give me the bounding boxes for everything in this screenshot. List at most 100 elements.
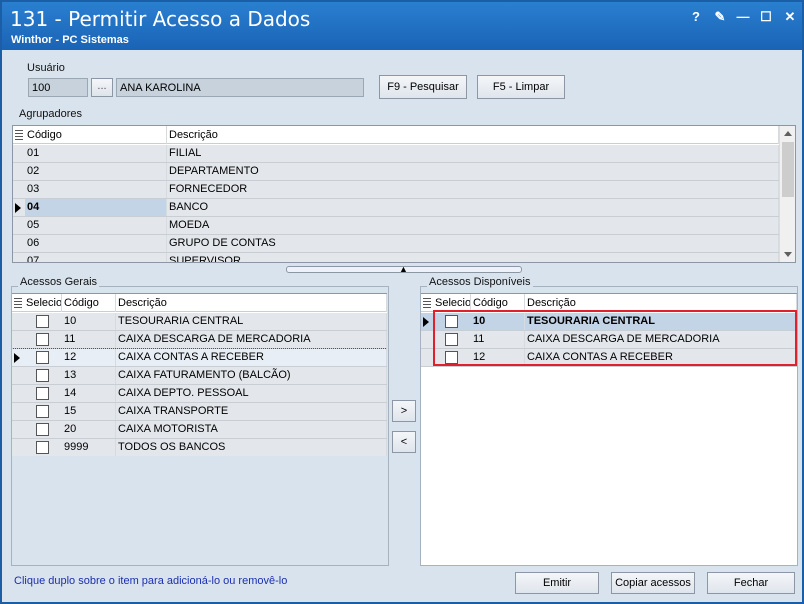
select-checkbox[interactable]: [36, 405, 49, 418]
table-row[interactable]: 9999 TODOS OS BANCOS: [12, 439, 387, 456]
row-code: 14: [62, 385, 116, 402]
row-code: 11: [62, 331, 116, 348]
window-title: 131 - Permitir Acesso a Dados: [10, 7, 311, 31]
main-window: 131 - Permitir Acesso a Dados Winthor - …: [0, 0, 804, 604]
agrupadores-header: Código Descrição: [13, 126, 795, 144]
row-desc: CAIXA MOTORISTA: [116, 421, 387, 438]
row-code: 01: [25, 145, 167, 162]
row-desc: CAIXA DESCARGA DE MERCADORIA: [116, 331, 387, 348]
user-lookup-button[interactable]: ...: [91, 78, 113, 97]
table-row-selected[interactable]: 12 CAIXA CONTAS A RECEBER: [12, 348, 387, 368]
row-code: 02: [25, 163, 167, 180]
table-row[interactable]: 11 CAIXA DESCARGA DE MERCADORIA: [12, 331, 387, 349]
row-desc: GRUPO DE CONTAS: [167, 235, 779, 252]
chevron-up-icon[interactable]: ▲: [399, 264, 408, 274]
row-desc: TODOS OS BANCOS: [116, 439, 387, 456]
user-name-field[interactable]: ANA KAROLINA: [116, 78, 364, 97]
close-icon[interactable]: ✕: [780, 8, 800, 26]
table-row[interactable]: 14 CAIXA DEPTO. PESSOAL: [12, 385, 387, 403]
title-bar[interactable]: 131 - Permitir Acesso a Dados Winthor - …: [2, 2, 802, 50]
content-area: Usuário 100 ... ANA KAROLINA F9 - Pesqui…: [2, 50, 802, 602]
row-code: 05: [25, 217, 167, 234]
row-desc: CAIXA CONTAS A RECEBER: [116, 349, 387, 366]
acessos-disponiveis-label: Acessos Disponíveis: [427, 276, 533, 288]
row-code: 13: [62, 367, 116, 384]
table-row[interactable]: 07 SUPERVISOR: [13, 253, 779, 262]
row-desc: DEPARTAMENTO: [167, 163, 779, 180]
agrupadores-grid: Código Descrição 01 FILIAL 02 DEPARTAMEN…: [12, 125, 796, 263]
highlight-box: [433, 310, 797, 366]
user-code-field[interactable]: 100: [28, 78, 88, 97]
remove-access-button[interactable]: <: [392, 431, 416, 453]
emitir-button[interactable]: Emitir: [515, 572, 599, 594]
grid-menu-icon[interactable]: [15, 130, 23, 140]
select-checkbox[interactable]: [36, 315, 49, 328]
agrupadores-label: Agrupadores: [19, 108, 82, 120]
row-desc: CAIXA DEPTO. PESSOAL: [116, 385, 387, 402]
acessos-gerais-header: Selecio Código Descrição: [12, 294, 387, 312]
table-row[interactable]: 02 DEPARTAMENTO: [13, 163, 779, 181]
current-row-arrow-icon: [14, 353, 20, 363]
minimize-icon[interactable]: —: [733, 8, 753, 26]
row-code: 15: [62, 403, 116, 420]
row-code: 03: [25, 181, 167, 198]
scroll-thumb[interactable]: [782, 142, 794, 197]
select-checkbox[interactable]: [36, 333, 49, 346]
table-row[interactable]: 06 GRUPO DE CONTAS: [13, 235, 779, 253]
row-desc: FILIAL: [167, 145, 779, 162]
table-row-selected[interactable]: 04 BANCO: [13, 199, 779, 217]
window-subtitle: Winthor - PC Sistemas: [11, 34, 129, 46]
select-checkbox[interactable]: [36, 387, 49, 400]
fechar-button[interactable]: Fechar: [707, 572, 795, 594]
usuario-label: Usuário: [27, 62, 65, 74]
table-row[interactable]: 13 CAIXA FATURAMENTO (BALCÃO): [12, 367, 387, 385]
row-desc: MOEDA: [167, 217, 779, 234]
row-code: 06: [25, 235, 167, 252]
table-row[interactable]: 15 CAIXA TRANSPORTE: [12, 403, 387, 421]
scroll-down-icon[interactable]: [784, 252, 792, 257]
table-row[interactable]: 01 FILIAL: [13, 145, 779, 163]
table-row[interactable]: 10 TESOURARIA CENTRAL: [12, 313, 387, 331]
select-checkbox[interactable]: [36, 369, 49, 382]
panel-splitter[interactable]: ▲: [286, 264, 522, 274]
row-code: 12: [62, 349, 116, 366]
maximize-icon[interactable]: ☐: [756, 8, 776, 26]
col-codigo[interactable]: Código: [25, 126, 167, 144]
search-button[interactable]: F9 - Pesquisar: [379, 75, 467, 99]
grid-menu-icon[interactable]: [423, 298, 431, 308]
hint-text: Clique duplo sobre o item para adicioná-…: [14, 575, 288, 587]
scroll-up-icon[interactable]: [784, 131, 792, 136]
current-row-arrow-icon: [15, 203, 21, 213]
row-desc: TESOURARIA CENTRAL: [116, 313, 387, 330]
agrupadores-scrollbar[interactable]: [779, 126, 795, 262]
row-code: 20: [62, 421, 116, 438]
row-code: 04: [25, 199, 167, 216]
col-codigo[interactable]: Código: [62, 294, 116, 312]
row-desc: CAIXA TRANSPORTE: [116, 403, 387, 420]
acessos-gerais-grid: Selecio Código Descrição 10 TESOURARIA C…: [12, 293, 387, 456]
row-code: 9999: [62, 439, 116, 456]
select-checkbox[interactable]: [36, 441, 49, 454]
row-desc: FORNECEDOR: [167, 181, 779, 198]
row-code: 10: [62, 313, 116, 330]
copiar-acessos-button[interactable]: Copiar acessos: [611, 572, 695, 594]
grid-menu-icon[interactable]: [14, 298, 22, 308]
clear-button[interactable]: F5 - Limpar: [477, 75, 565, 99]
table-row[interactable]: 20 CAIXA MOTORISTA: [12, 421, 387, 439]
col-descricao[interactable]: Descrição: [167, 126, 779, 144]
col-selecionar[interactable]: Selecio: [24, 294, 62, 312]
acessos-gerais-label: Acessos Gerais: [18, 276, 100, 288]
current-row-arrow-icon: [423, 317, 429, 327]
row-desc: BANCO: [167, 199, 779, 216]
col-descricao[interactable]: Descrição: [116, 294, 387, 312]
add-access-button[interactable]: >: [392, 400, 416, 422]
table-row[interactable]: 05 MOEDA: [13, 217, 779, 235]
select-checkbox[interactable]: [36, 351, 49, 364]
table-row[interactable]: 03 FORNECEDOR: [13, 181, 779, 199]
help-icon[interactable]: ?: [686, 8, 706, 26]
edit-icon[interactable]: ✎: [710, 8, 730, 26]
row-desc: SUPERVISOR: [167, 253, 779, 262]
row-desc: CAIXA FATURAMENTO (BALCÃO): [116, 367, 387, 384]
select-checkbox[interactable]: [36, 423, 49, 436]
row-code: 07: [25, 253, 167, 262]
